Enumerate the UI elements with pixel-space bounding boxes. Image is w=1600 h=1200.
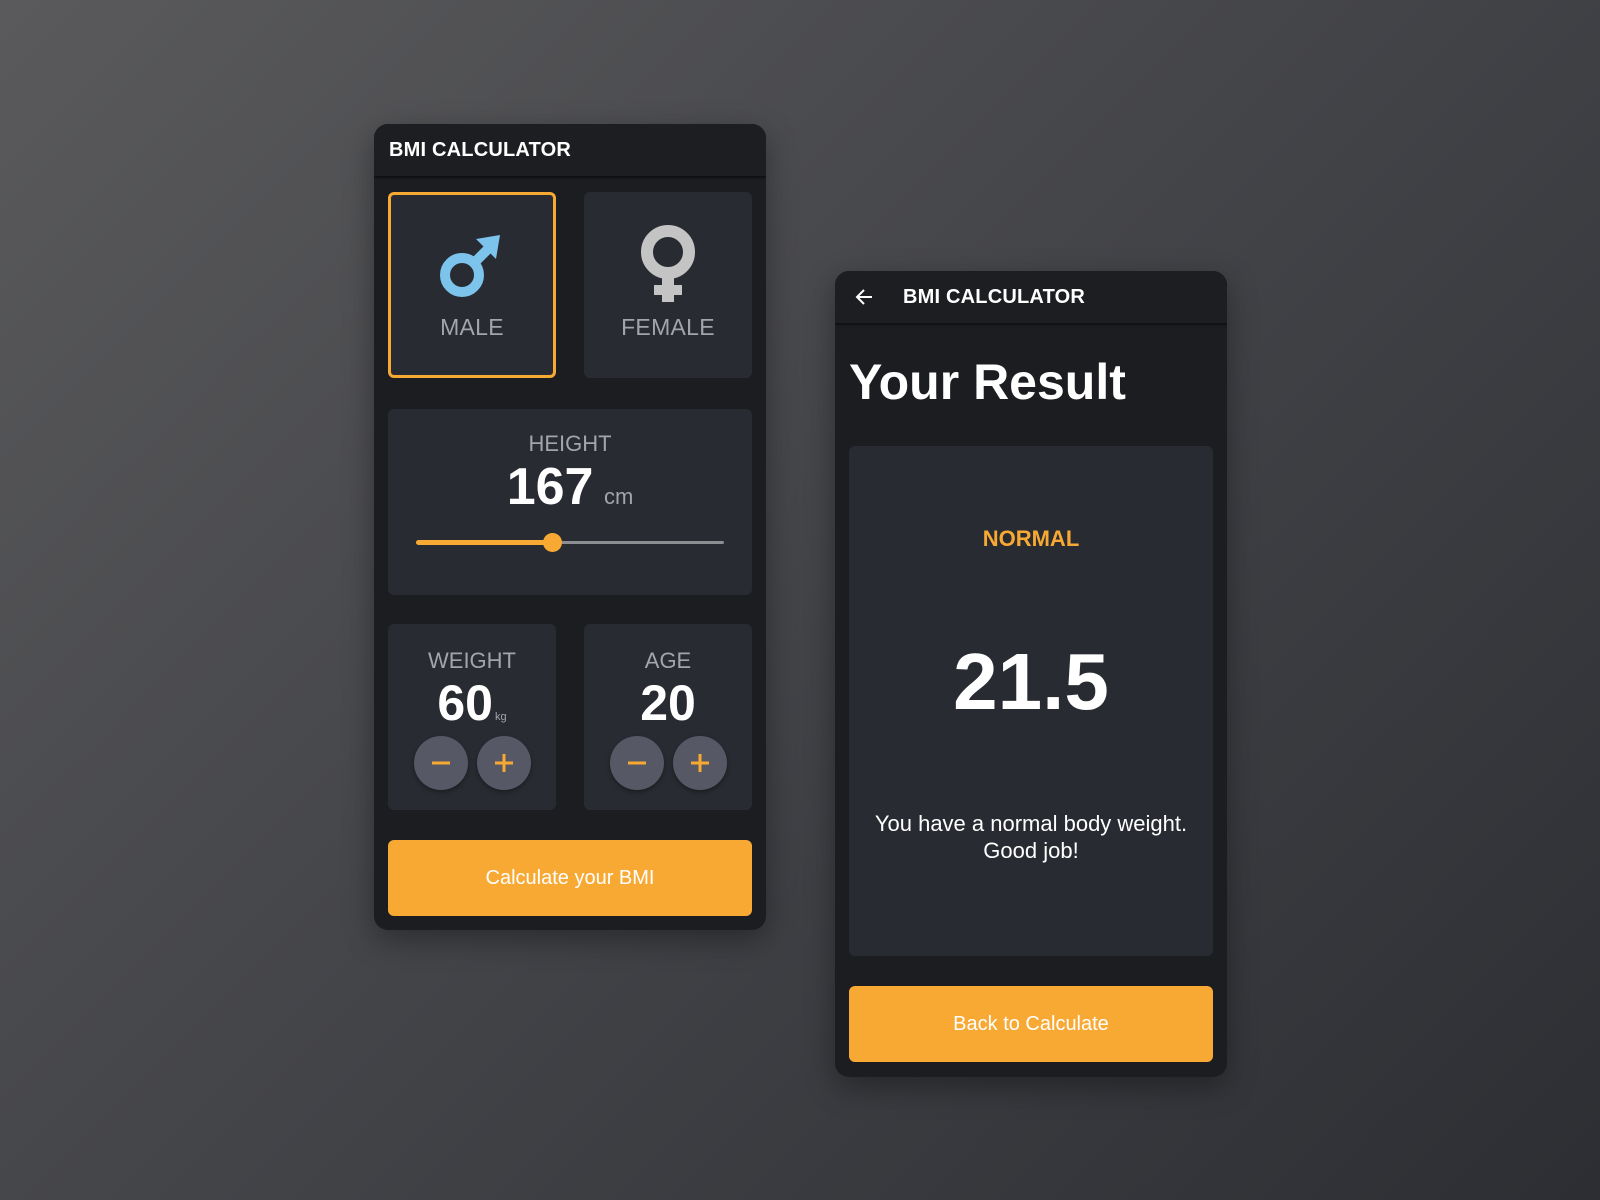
- calculate-bmi-button[interactable]: Calculate your BMI: [388, 840, 752, 916]
- age-value-row: 20: [584, 674, 752, 732]
- app-title: BMI CALCULATOR: [903, 285, 1086, 308]
- app-bar: BMI CALCULATOR: [374, 124, 766, 176]
- app-bar: BMI CALCULATOR: [835, 271, 1227, 323]
- slider-fill: [416, 540, 552, 545]
- age-minus-button[interactable]: [610, 736, 664, 790]
- bmi-result-screen: BMI CALCULATOR Your Result NORMAL 21.5 Y…: [835, 271, 1227, 1077]
- back-to-calculate-label: Back to Calculate: [953, 1012, 1109, 1035]
- slider-thumb[interactable]: [542, 533, 562, 552]
- weight-card: WEIGHT 60 kg: [388, 624, 556, 810]
- height-value-row: 167 cm: [388, 457, 752, 517]
- weight-label: WEIGHT: [428, 648, 516, 673]
- app-title: BMI CALCULATOR: [389, 138, 572, 161]
- calculate-bmi-label: Calculate your BMI: [485, 866, 655, 889]
- minus-icon: [628, 761, 646, 765]
- weight-minus-button[interactable]: [414, 736, 468, 790]
- plus-icon: [691, 754, 709, 772]
- back-button[interactable]: [849, 282, 879, 312]
- male-label: MALE: [440, 314, 504, 340]
- female-label: FEMALE: [621, 314, 715, 340]
- result-message: You have a normal body weight. Good job!: [849, 810, 1213, 864]
- minus-icon: [432, 761, 450, 765]
- weight-value: 60: [437, 675, 493, 731]
- bmi-input-screen: BMI CALCULATOR MALE FEMALE HEIGHT 167 cm…: [374, 124, 766, 930]
- age-label: AGE: [644, 648, 692, 673]
- height-card: HEIGHT 167 cm: [388, 409, 752, 595]
- result-message-line2: Good job!: [983, 838, 1079, 863]
- height-unit: cm: [603, 484, 634, 509]
- plus-icon: [495, 754, 513, 772]
- male-icon: [391, 229, 553, 319]
- height-slider[interactable]: [416, 533, 724, 553]
- height-label: HEIGHT: [528, 431, 612, 456]
- result-card: NORMAL 21.5 You have a normal body weigh…: [849, 446, 1213, 956]
- male-card[interactable]: MALE: [388, 192, 556, 378]
- bmi-value: 21.5: [953, 637, 1109, 726]
- back-to-calculate-button[interactable]: Back to Calculate: [849, 986, 1213, 1062]
- weight-unit: kg: [495, 711, 507, 723]
- female-card[interactable]: FEMALE: [584, 192, 752, 378]
- age-value: 20: [640, 675, 696, 731]
- result-message-line1: You have a normal body weight.: [874, 811, 1188, 836]
- weight-plus-button[interactable]: [477, 736, 531, 790]
- weight-value-row: 60 kg: [388, 674, 556, 732]
- age-card: AGE 20: [584, 624, 752, 810]
- arrow-left-icon: [855, 289, 872, 305]
- age-plus-button[interactable]: [673, 736, 727, 790]
- height-value: 167: [506, 458, 594, 516]
- female-icon: [584, 222, 752, 312]
- result-heading: Your Result: [849, 354, 1126, 410]
- result-status: NORMAL: [982, 526, 1080, 551]
